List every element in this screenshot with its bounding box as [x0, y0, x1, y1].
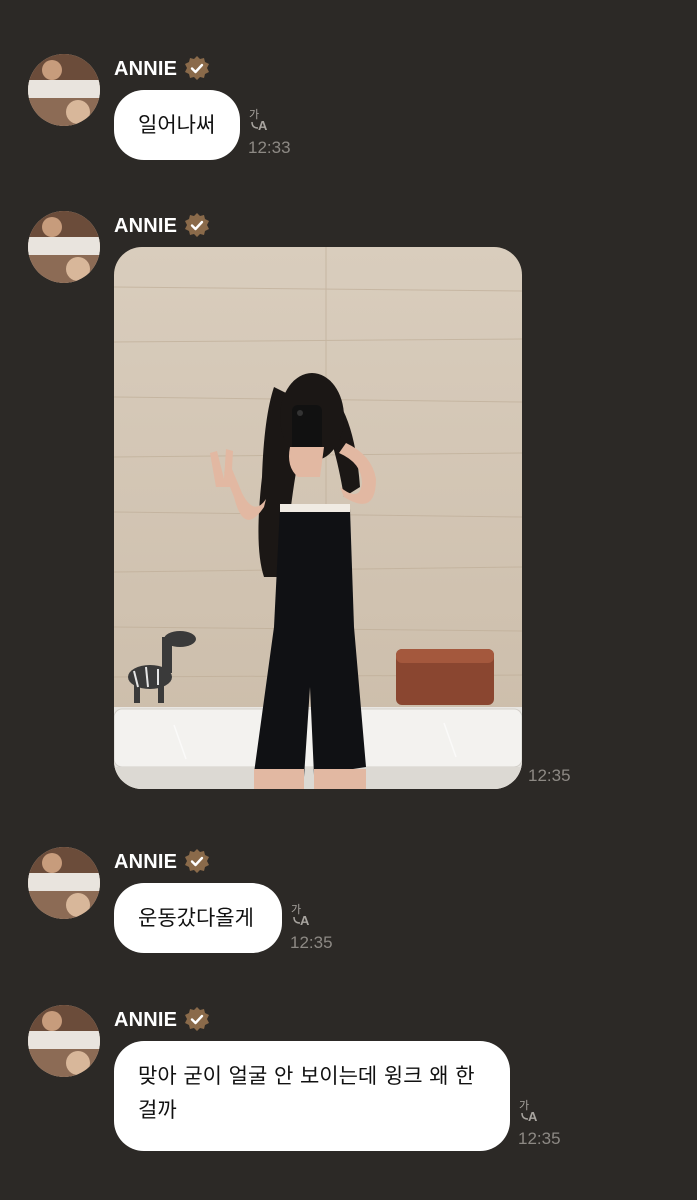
sender-name: ANNIE [114, 850, 178, 873]
translate-icon[interactable]: 가 A [518, 1097, 544, 1127]
sender-row: ANNIE [114, 1005, 211, 1035]
svg-text:A: A [528, 1109, 538, 1123]
sender-row: ANNIE [114, 54, 211, 84]
verified-badge-icon [183, 1006, 211, 1034]
svg-text:A: A [258, 118, 268, 132]
verified-badge-icon [183, 212, 211, 240]
sender-name: ANNIE [114, 1008, 178, 1031]
message-item: ANNIE 일어나써 가 A 12:33 [0, 54, 697, 164]
svg-text:A: A [300, 913, 310, 927]
message-meta: 가 A 12:35 [518, 1097, 561, 1149]
sender-name: ANNIE [114, 214, 178, 237]
avatar[interactable] [28, 847, 100, 919]
translate-icon[interactable]: 가 A [290, 901, 316, 931]
avatar[interactable] [28, 211, 100, 283]
message-time: 12:35 [528, 766, 571, 785]
sender-name: ANNIE [114, 57, 178, 80]
message-meta: 가 A 12:33 [248, 106, 291, 158]
message-meta: 12:35 [528, 764, 571, 786]
mirror-selfie-photo[interactable] [114, 247, 522, 789]
message-bubble[interactable]: 맞아 굳이 얼굴 안 보이는데 윙크 왜 한걸까 [114, 1041, 510, 1151]
verified-badge-icon [183, 848, 211, 876]
sender-row: ANNIE [114, 211, 211, 241]
avatar[interactable] [28, 1005, 100, 1077]
message-time: 12:33 [248, 138, 291, 157]
verified-badge-icon [183, 55, 211, 83]
translate-icon[interactable]: 가 A [248, 106, 274, 136]
avatar[interactable] [28, 54, 100, 126]
message-item: ANNIE 운동갔다올게 가 A 12:35 [0, 847, 697, 959]
message-time: 12:35 [290, 933, 333, 952]
message-meta: 가 A 12:35 [290, 901, 333, 953]
message-item: ANNIE 맞아 굳이 얼굴 안 보이는데 윙크 왜 한걸까 가 A 12:35 [0, 1005, 697, 1155]
message-bubble[interactable]: 운동갔다올게 [114, 883, 282, 953]
message-bubble[interactable]: 일어나써 [114, 90, 240, 160]
message-item: ANNIE 12:35 [0, 211, 697, 791]
sender-row: ANNIE [114, 847, 211, 877]
message-time: 12:35 [518, 1129, 561, 1148]
